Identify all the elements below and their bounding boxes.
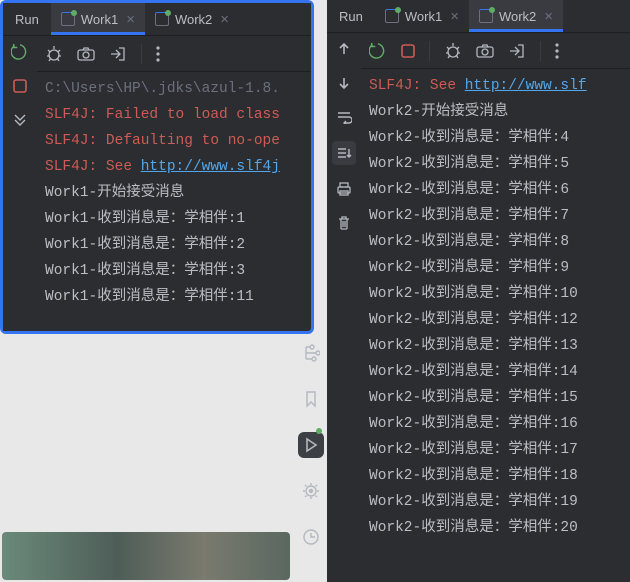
console-line: Work2-收到消息是：学相伴:16: [369, 411, 622, 437]
console-line: SLF4J: Failed to load class: [45, 102, 303, 128]
console-line: Work2-收到消息是：学相伴:4: [369, 125, 622, 151]
scroll-to-end-button[interactable]: [332, 141, 356, 165]
console-line: SLF4J: See http://www.slf4j: [45, 154, 303, 180]
console-line: SLF4J: See http://www.slf: [369, 73, 622, 99]
console-line: Work2-收到消息是：学相伴:20: [369, 515, 622, 541]
tab-work1[interactable]: Work1 ×: [375, 0, 469, 32]
up-button[interactable]: [334, 39, 354, 59]
bookmarks-icon[interactable]: [298, 386, 324, 412]
console-line: Work2-收到消息是：学相伴:10: [369, 281, 622, 307]
exit-icon[interactable]: [508, 43, 526, 59]
link[interactable]: http://www.slf: [465, 78, 587, 94]
divider: [540, 41, 541, 61]
tab-bar: Run Work1 × Work2 ×: [3, 3, 311, 36]
console-line: Work2-收到消息是：学相伴:6: [369, 177, 622, 203]
camera-icon[interactable]: [476, 43, 494, 59]
console-line: Work2-收到消息是：学相伴:17: [369, 437, 622, 463]
run-label: Run: [3, 3, 51, 35]
trash-button[interactable]: [334, 213, 354, 233]
side-toolbar: [327, 33, 361, 582]
divider: [141, 44, 142, 64]
close-icon[interactable]: ×: [126, 11, 135, 28]
side-toolbar: [3, 36, 37, 331]
console-line: Work2-收到消息是：学相伴:9: [369, 255, 622, 281]
more-icon[interactable]: [156, 46, 160, 62]
console-line: Work2-收到消息是：学相伴:8: [369, 229, 622, 255]
console-line: Work2-收到消息是：学相伴:15: [369, 385, 622, 411]
close-icon[interactable]: ×: [544, 8, 553, 25]
console-line: Work2-收到消息是：学相伴:14: [369, 359, 622, 385]
run-icon[interactable]: [298, 432, 324, 458]
tab-work2[interactable]: Work2 ×: [145, 3, 239, 35]
console-line: Work2-收到消息是：学相伴:12: [369, 307, 622, 333]
more-icon[interactable]: [555, 43, 559, 59]
rerun-button[interactable]: [10, 42, 30, 62]
tab-label: Work1: [405, 9, 442, 24]
link[interactable]: http://www.slf4j: [141, 159, 280, 175]
divider: [429, 41, 430, 61]
app-icon: [61, 12, 75, 26]
recent-icon[interactable]: [298, 524, 324, 550]
console-line: Work2-收到消息是：学相伴:7: [369, 203, 622, 229]
console-line: Work1-收到消息是：学相伴:2: [45, 232, 303, 258]
app-icon: [385, 9, 399, 23]
toolbar: [37, 36, 311, 72]
scroll-to-end-button[interactable]: [10, 110, 30, 130]
close-icon[interactable]: ×: [450, 8, 459, 25]
structure-icon[interactable]: [298, 340, 324, 366]
console-line: SLF4J: Defaulting to no-ope: [45, 128, 303, 154]
print-button[interactable]: [334, 179, 354, 199]
console-line: Work2-收到消息是：学相伴:13: [369, 333, 622, 359]
console-line: Work1-收到消息是：学相伴:3: [45, 258, 303, 284]
console-line: Work1-收到消息是：学相伴:1: [45, 206, 303, 232]
tab-work1[interactable]: Work1 ×: [51, 3, 145, 35]
debug-icon[interactable]: [45, 45, 63, 63]
console-line: Work2-收到消息是：学相伴:5: [369, 151, 622, 177]
soft-wrap-button[interactable]: [334, 107, 354, 127]
console-line: Work2-收到消息是：学相伴:19: [369, 489, 622, 515]
console-output[interactable]: C:\Users\HP\.jdks\azul-1.8.SLF4J: Failed…: [37, 72, 311, 331]
tab-label: Work2: [499, 9, 536, 24]
close-icon[interactable]: ×: [220, 11, 229, 28]
stop-button[interactable]: [10, 76, 30, 96]
run-label: Run: [327, 0, 375, 32]
rerun-button[interactable]: [369, 42, 387, 60]
tab-work2[interactable]: Work2 ×: [469, 0, 563, 32]
debug-icon[interactable]: [444, 42, 462, 60]
tab-label: Work1: [81, 12, 118, 27]
down-button[interactable]: [334, 73, 354, 93]
console-line: Work1-开始接受消息: [45, 180, 303, 206]
console-line: Work1-收到消息是：学相伴:11: [45, 284, 303, 310]
exit-icon[interactable]: [109, 46, 127, 62]
stop-button[interactable]: [401, 44, 415, 58]
toolbar: [361, 33, 630, 69]
image-thumbnail: [2, 532, 290, 580]
app-icon: [155, 12, 169, 26]
camera-icon[interactable]: [77, 46, 95, 62]
left-tool-rail: [294, 340, 328, 550]
tab-label: Work2: [175, 12, 212, 27]
console-output[interactable]: SLF4J: See http://www.slfWork2-开始接受消息Wor…: [361, 69, 630, 582]
run-tool-window-left: Run Work1 × Work2 ×: [0, 0, 314, 334]
services-icon[interactable]: [298, 478, 324, 504]
console-line: Work2-收到消息是：学相伴:18: [369, 463, 622, 489]
console-line: Work2-开始接受消息: [369, 99, 622, 125]
console-line: C:\Users\HP\.jdks\azul-1.8.: [45, 76, 303, 102]
tab-bar: Run Work1 × Work2 ×: [327, 0, 630, 33]
app-icon: [479, 9, 493, 23]
run-tool-window-right: Run Work1 × Work2 ×: [327, 0, 630, 582]
